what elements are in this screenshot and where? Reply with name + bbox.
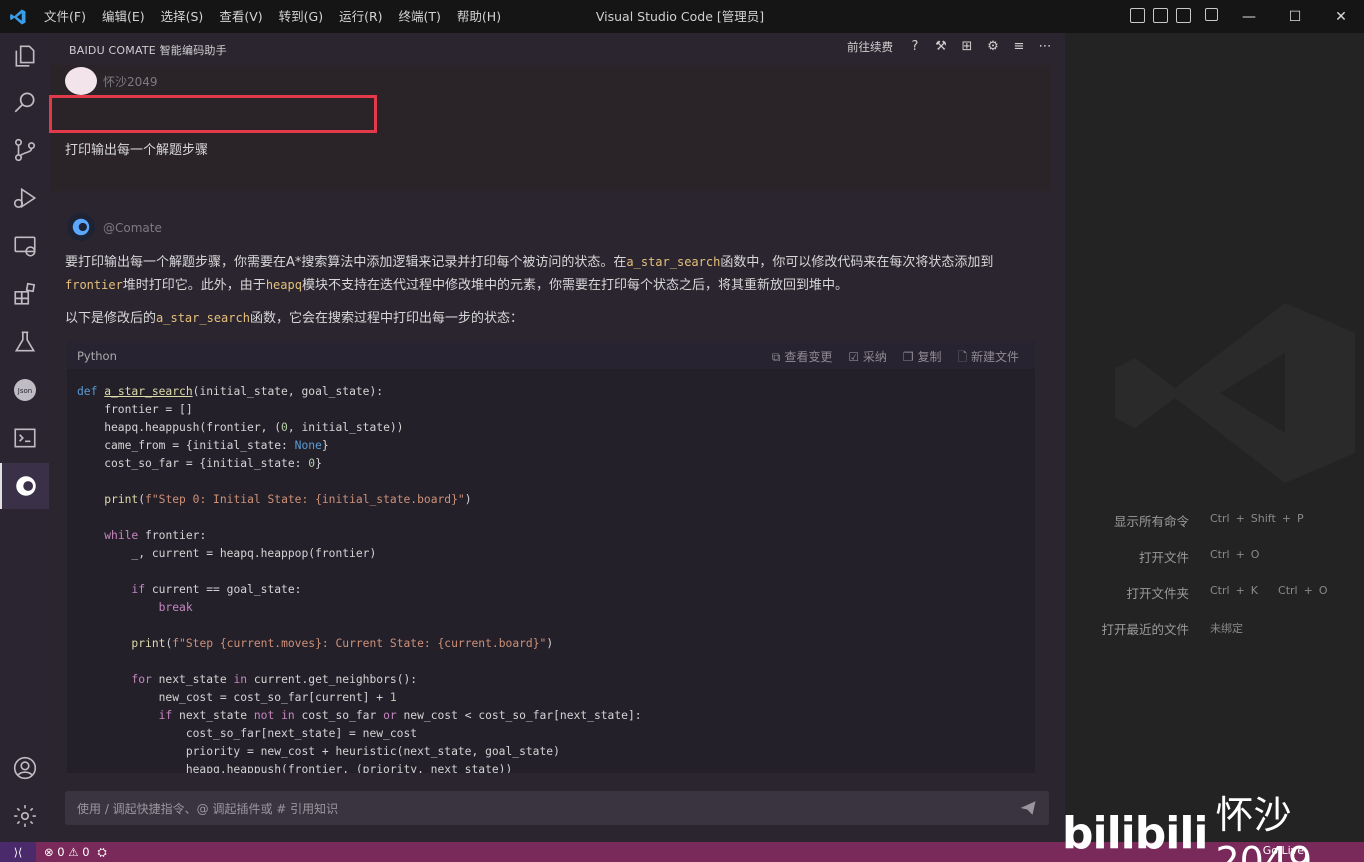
- vscode-logo-icon: [0, 0, 36, 33]
- toggle-primary-sidebar-icon[interactable]: [1130, 8, 1145, 23]
- menu-file[interactable]: 文件(F): [36, 0, 94, 33]
- terminal-icon[interactable]: [0, 415, 49, 461]
- source-control-icon[interactable]: [0, 127, 49, 173]
- answer-paragraph-2: 以下是修改后的a_star_search函数，它会在搜索过程中打印出每一步的状态…: [65, 311, 523, 326]
- bilibili-watermark: bilibili 怀沙2049: [1062, 793, 1364, 862]
- accept-button[interactable]: ☑ 采纳: [848, 348, 887, 369]
- json-icon[interactable]: Json: [0, 367, 49, 413]
- explorer-icon[interactable]: [0, 33, 49, 79]
- search-icon[interactable]: [0, 79, 49, 125]
- toggle-secondary-sidebar-icon[interactable]: [1176, 8, 1191, 23]
- chat-input-placeholder: 使用 / 调起快捷指令、@ 调起插件或 # 引用知识: [77, 802, 339, 816]
- extensions-icon[interactable]: [0, 271, 49, 317]
- vscode-watermark-icon: [1115, 303, 1355, 483]
- accounts-icon[interactable]: [0, 745, 49, 791]
- editor-welcome-area: 显示所有命令 Ctrl + Shift + P 打开文件 Ctrl + O 打开文件夹 Ct…: [1065, 33, 1364, 842]
- shortcut-show-commands: 显示所有命令 Ctrl + Shift + P: [1113, 512, 1304, 529]
- panel-title: BAIDU COMATE 智能编码助手: [69, 44, 227, 57]
- settings-gear-icon[interactable]: [0, 793, 49, 839]
- help-icon[interactable]: ?: [907, 39, 923, 55]
- code-block-header: Python ⧉ 查看变更 ☑ 采纳 ❐ 复制 🗋 新建文件: [67, 341, 1035, 369]
- menu-go[interactable]: 转到(G): [271, 0, 331, 33]
- debug-icon[interactable]: ⛭: [98, 845, 107, 860]
- bot-name: @Comate: [103, 221, 162, 235]
- activity-bar: Json: [0, 33, 49, 842]
- code-content[interactable]: def a_star_search(initial_state, goal_st…: [77, 383, 642, 773]
- new-file-button[interactable]: 🗋 新建文件: [958, 348, 1019, 369]
- user-avatar: [65, 67, 97, 95]
- problems-indicator[interactable]: ⊗ 0 ⚠ 0: [44, 845, 90, 859]
- menu-help[interactable]: 帮助(H): [449, 0, 509, 33]
- maximize-button[interactable]: ☐: [1272, 0, 1318, 33]
- panel-header: BAIDU COMATE 智能编码助手 前往续费 ? ⚒ ⊞ ⚙ ≡ ⋯: [49, 33, 1065, 65]
- run-debug-icon[interactable]: [0, 175, 49, 221]
- grid-icon[interactable]: ⊞: [959, 39, 975, 55]
- renew-link[interactable]: 前往续费: [847, 39, 893, 55]
- svg-text:Json: Json: [16, 387, 31, 395]
- shortcut-open-folder: 打开文件夹 Ctrl + K Ctrl + O: [1126, 584, 1328, 601]
- layout-controls: [1130, 8, 1218, 23]
- highlight-box: [49, 95, 377, 133]
- code-language: Python: [77, 349, 117, 363]
- chat-history[interactable]: 怀沙2049 打印输出每一个解题步骤 @Comate 要打印输出每一个解题步骤，…: [49, 65, 1065, 773]
- menu-run[interactable]: 运行(R): [331, 0, 390, 33]
- bilibili-logo: bilibili: [1062, 807, 1208, 859]
- remote-indicator-icon[interactable]: ⟩⟨: [0, 842, 36, 862]
- menu-selection[interactable]: 选择(S): [153, 0, 212, 33]
- menu-terminal[interactable]: 终端(T): [391, 0, 449, 33]
- comate-icon[interactable]: [0, 463, 49, 509]
- comate-panel: BAIDU COMATE 智能编码助手 前往续费 ? ⚒ ⊞ ⚙ ≡ ⋯ 怀沙2…: [49, 33, 1065, 842]
- title-bar: 文件(F) 编辑(E) 选择(S) 查看(V) 转到(G) 运行(R) 终端(T…: [0, 0, 1364, 33]
- minimize-button[interactable]: —: [1226, 0, 1272, 33]
- code-block: Python ⧉ 查看变更 ☑ 采纳 ❐ 复制 🗋 新建文件 def a_sta…: [67, 341, 1035, 773]
- chat-input[interactable]: 使用 / 调起快捷指令、@ 调起插件或 # 引用知识: [65, 791, 1049, 825]
- code-actions: ⧉ 查看变更 ☑ 采纳 ❐ 复制 🗋 新建文件: [772, 348, 1019, 369]
- plugin-icon[interactable]: ⚒: [933, 39, 949, 55]
- window-title: Visual Studio Code [管理员]: [595, 9, 765, 24]
- shortcut-open-file: 打开文件 Ctrl + O: [1138, 548, 1260, 565]
- watermark-user: 怀沙2049: [1215, 792, 1313, 862]
- toggle-panel-icon[interactable]: [1153, 8, 1168, 23]
- copy-button[interactable]: ❐ 复制: [903, 348, 942, 369]
- more-icon[interactable]: ⋯: [1037, 39, 1053, 55]
- menu-edit[interactable]: 编辑(E): [94, 0, 153, 33]
- user-message-text: 打印输出每一个解题步骤: [65, 143, 209, 158]
- close-button[interactable]: ✕: [1318, 0, 1364, 33]
- window-controls: — ☐ ✕: [1226, 0, 1364, 33]
- comate-avatar: [67, 213, 95, 241]
- gear-icon[interactable]: ⚙: [985, 39, 1001, 55]
- send-icon[interactable]: [1019, 799, 1037, 817]
- panel-actions: 前往续费 ? ⚒ ⊞ ⚙ ≡ ⋯: [847, 39, 1053, 55]
- testing-flask-icon[interactable]: [0, 319, 49, 365]
- remote-explorer-icon[interactable]: [0, 223, 49, 269]
- view-diff-button[interactable]: ⧉ 查看变更: [772, 348, 832, 369]
- menu-bar: 文件(F) 编辑(E) 选择(S) 查看(V) 转到(G) 运行(R) 终端(T…: [36, 0, 509, 33]
- menu-view[interactable]: 查看(V): [211, 0, 270, 33]
- shortcut-open-recent: 打开最近的文件 未绑定: [1101, 622, 1243, 637]
- answer-paragraph-1: 要打印输出每一个解题步骤，你需要在A*搜索算法中添加逻辑来记录并打印每个被访问的…: [65, 255, 994, 293]
- customize-layout-icon[interactable]: [1205, 8, 1218, 21]
- user-message: 怀沙2049 打印输出每一个解题步骤: [49, 65, 1051, 191]
- user-name: 怀沙2049: [103, 75, 158, 89]
- list-icon[interactable]: ≡: [1011, 39, 1027, 55]
